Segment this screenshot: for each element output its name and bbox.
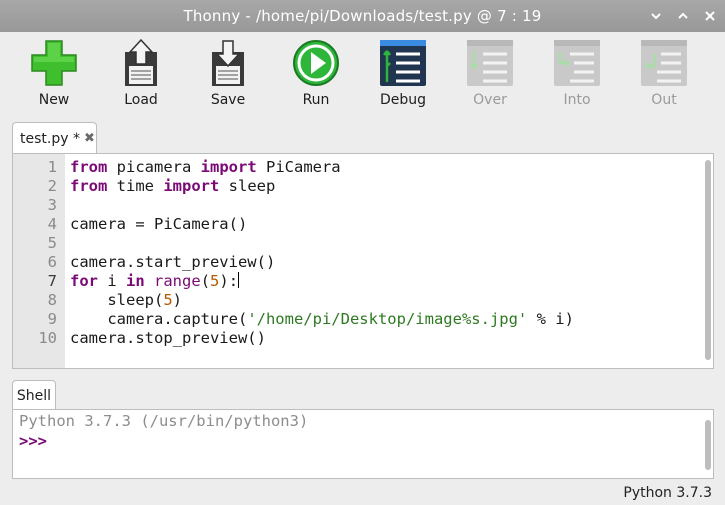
code-line-2: from time import sleep [70, 177, 574, 196]
keyword: import [200, 158, 257, 176]
code-text: % i) [527, 310, 574, 328]
shell-python-info: Python 3.7.3 (/usr/bin/python3) [19, 412, 309, 430]
keyword: in [126, 272, 145, 290]
chevron-down-icon[interactable] [649, 9, 663, 23]
step-into-label: Into [563, 92, 591, 108]
new-file-icon [31, 40, 77, 86]
new-label: New [38, 92, 70, 108]
run-button[interactable]: Run [279, 36, 353, 116]
string-literal: '/home/pi/Desktop/image%s.jpg' [247, 310, 528, 328]
save-icon [212, 40, 244, 86]
code-line-4: camera = PiCamera() [70, 215, 248, 233]
debug-icon [380, 40, 426, 86]
line-number: 6 [47, 253, 57, 271]
code-line-10: camera.stop_preview() [70, 329, 266, 347]
line-number: 7 [47, 272, 57, 290]
editor-scrollbar[interactable] [705, 160, 711, 360]
save-button[interactable]: Save [191, 36, 265, 116]
tab-test-py[interactable]: test.py * ✖ [12, 122, 97, 154]
keyword: import [163, 177, 220, 195]
line-number: 3 [47, 196, 57, 214]
load-icon [125, 38, 157, 86]
code-line-7: for i in range(5): [70, 272, 574, 291]
code-line-6: camera.start_preview() [70, 253, 276, 271]
shell-console[interactable]: Python 3.7.3 (/usr/bin/python3) >>> [12, 409, 714, 479]
window-title: Thonny - /home/pi/Downloads/test.py @ 7 … [183, 7, 542, 25]
code-text: PiCamera [256, 158, 341, 176]
step-out-label: Out [651, 92, 677, 108]
step-over-icon [467, 40, 513, 86]
status-bar: Python 3.7.3 [0, 483, 725, 505]
toolbar: New Load Save Run Debug Over Into Out [0, 32, 725, 120]
step-over-button[interactable]: Over [453, 36, 527, 116]
save-label: Save [210, 92, 246, 108]
code-text: ): [219, 272, 239, 290]
load-button[interactable]: Load [104, 36, 178, 116]
new-button[interactable]: New [17, 36, 91, 116]
line-number: 8 [47, 291, 57, 309]
tab-label: test.py * [20, 130, 80, 147]
line-number: 5 [47, 234, 57, 252]
line-number: 10 [38, 329, 57, 347]
step-into-icon [554, 40, 600, 86]
load-label: Load [124, 92, 158, 108]
run-icon [293, 40, 339, 86]
text-cursor [238, 272, 240, 288]
code-text: camera.capture( [70, 310, 248, 328]
debug-button[interactable]: Debug [366, 36, 440, 116]
step-out-icon [641, 40, 687, 86]
run-label: Run [302, 92, 330, 108]
title-bar: Thonny - /home/pi/Downloads/test.py @ 7 … [0, 0, 725, 32]
debug-label: Debug [379, 92, 427, 108]
number-literal: 5 [163, 291, 173, 309]
code-text: ) [172, 291, 183, 309]
step-out-button[interactable]: Out [627, 36, 701, 116]
code-text: sleep( [70, 291, 164, 309]
builtin: range [154, 272, 201, 290]
editor-area: test.py * ✖ 1 2 3 4 5 6 7 8 9 10 from pi… [0, 120, 725, 375]
code-text: time [107, 177, 164, 195]
code-text: ( [200, 272, 211, 290]
line-number: 9 [47, 310, 57, 328]
keyword: from [70, 177, 108, 195]
step-into-button[interactable]: Into [540, 36, 614, 116]
close-icon[interactable] [703, 9, 717, 23]
interpreter-selector[interactable]: Python 3.7.3 [623, 485, 712, 501]
close-icon[interactable]: ✖ [84, 131, 95, 146]
line-number: 1 [47, 158, 57, 176]
keyword: from [70, 158, 108, 176]
number-literal: 5 [210, 272, 220, 290]
keyword: for [70, 272, 98, 290]
shell-scrollbar[interactable] [705, 420, 711, 470]
code-line-1: from picamera import PiCamera [70, 158, 574, 177]
code-lines: from picamera import PiCamera from time … [70, 158, 574, 348]
chevron-up-icon[interactable] [676, 9, 690, 23]
step-over-label: Over [473, 92, 507, 108]
shell-prompt: >>> [19, 432, 47, 450]
code-line-8: sleep(5) [70, 291, 574, 310]
line-number: 2 [47, 177, 57, 195]
code-text: picamera [107, 158, 201, 176]
line-number: 4 [47, 215, 57, 233]
shell-area: Shell Python 3.7.3 (/usr/bin/python3) >>… [0, 375, 725, 483]
window-controls [649, 0, 717, 32]
line-number-gutter: 1 2 3 4 5 6 7 8 9 10 [13, 154, 65, 368]
tab-shell[interactable]: Shell [12, 380, 56, 410]
code-line-9: camera.capture('/home/pi/Desktop/image%s… [70, 310, 574, 329]
code-editor[interactable]: 1 2 3 4 5 6 7 8 9 10 from picamera impor… [12, 153, 714, 369]
code-text: sleep [219, 177, 276, 195]
code-text: i [98, 272, 126, 290]
